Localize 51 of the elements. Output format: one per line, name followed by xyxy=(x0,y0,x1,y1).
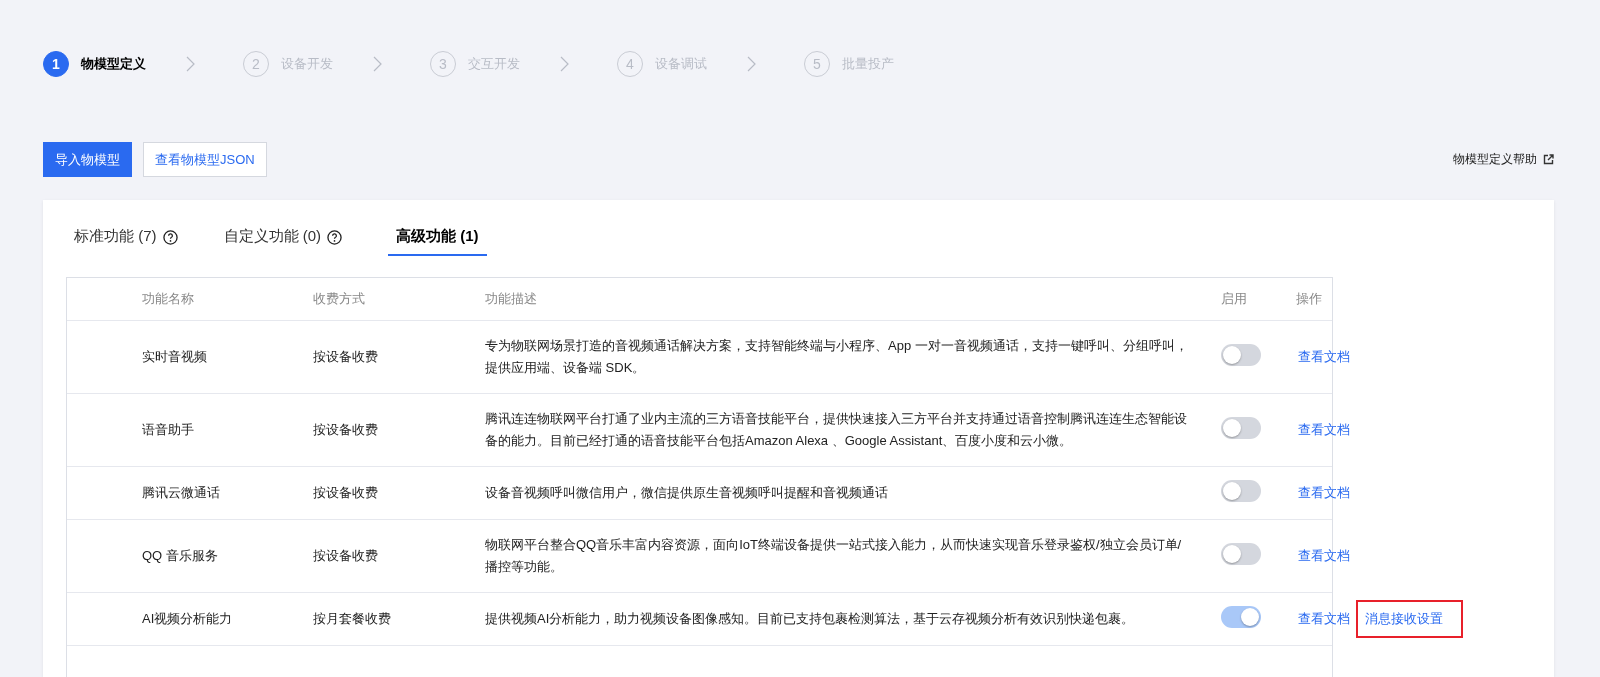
column-header: 启用 xyxy=(1220,290,1248,308)
import-button[interactable]: 导入物模型 xyxy=(43,142,132,177)
action-link[interactable]: 查看文档 xyxy=(1290,537,1358,575)
table-cell-text: 腾讯云微通话 xyxy=(141,484,221,502)
help-icon[interactable] xyxy=(162,230,178,245)
table-cell-text: 专为物联网场景打造的音视频通话解决方案，支持智能终端与小程序、App 一对一音视频通话，支持一键呼叫、分组呼叫，提供应用端、设备端 SDK。 xyxy=(484,337,1189,377)
table-cell-text: 按设备收费 xyxy=(312,421,379,439)
column-header: 功能描述 xyxy=(484,290,538,308)
tab[interactable]: 高级功能 (1) xyxy=(388,220,487,256)
action-link[interactable]: 查看文档 xyxy=(1290,411,1358,449)
step-label: 设备开发 xyxy=(281,55,333,73)
step-label: 物模型定义 xyxy=(81,55,146,73)
table-cell-text: 实时音视频 xyxy=(141,348,208,366)
action-link[interactable]: 消息接收设置 xyxy=(1356,600,1463,638)
action-link[interactable]: 查看文档 xyxy=(1290,600,1358,638)
table-cell-text: 按月套餐收费 xyxy=(312,610,392,628)
table-cell-text: 腾讯连连物联网平台打通了业内主流的三方语音技能平台，提供快速接入三方平台并支持通过语音控制腾讯连连生态智能设备的能力。目前已经打通的语音技能平台包括Amazon Alexa 、Google Assistant、百度小度和云小微。 xyxy=(484,410,1188,450)
chevron-right-icon xyxy=(373,56,382,72)
action-link[interactable]: 查看文档 xyxy=(1290,338,1358,376)
toggle-switch[interactable] xyxy=(1221,606,1261,628)
table-cell-text: 设备音视频呼叫微信用户，微信提供原生音视频呼叫提醒和音视频通话 xyxy=(484,484,889,502)
toggle-switch[interactable] xyxy=(1221,344,1261,366)
toggle-switch[interactable] xyxy=(1221,480,1261,502)
column-header: 收费方式 xyxy=(312,290,366,308)
chevron-right-icon xyxy=(747,56,756,72)
table-cell-text: 提供视频AI分析能力，助力视频设备图像感知。目前已支持包裹检测算法，基于云存视频分析有效识别快递包裹。 xyxy=(484,610,1136,628)
table-cell-text: AI视频分析能力 xyxy=(141,610,234,628)
toggle-switch[interactable] xyxy=(1221,543,1261,565)
column-header: 功能名称 xyxy=(141,290,195,308)
tab[interactable]: 标准功能 (7) xyxy=(74,220,178,256)
chevron-right-icon xyxy=(560,56,569,72)
help-icon[interactable] xyxy=(327,230,342,245)
tab-label[interactable]: 标准功能 (7) xyxy=(74,227,157,246)
table-cell-text: 按设备收费 xyxy=(312,348,379,366)
action-link[interactable]: 查看文档 xyxy=(1290,474,1358,512)
table-cell-text: 物联网平台整合QQ音乐丰富内容资源，面向IoT终端设备提供一站式接入能力，从而快速实现音乐登录鉴权/独立会员订单/播控等功能。 xyxy=(484,536,1183,576)
table-cell-text: 按设备收费 xyxy=(312,484,379,502)
external-link-icon xyxy=(1543,154,1554,165)
step-number: 1 xyxy=(43,51,69,77)
table-cell-text: 语音助手 xyxy=(141,421,195,439)
step-label: 交互开发 xyxy=(468,55,520,73)
view-json-button[interactable]: 查看物模型JSON xyxy=(143,142,267,177)
tab[interactable]: 自定义功能 (0) xyxy=(223,220,342,256)
help-link[interactable]: 物模型定义帮助 xyxy=(1453,151,1554,168)
table-cell-text: QQ 音乐服务 xyxy=(141,547,219,565)
tab-label[interactable]: 高级功能 (1) xyxy=(388,227,487,246)
chevron-right-icon xyxy=(186,56,195,72)
column-header: 操作 xyxy=(1295,290,1323,308)
table-cell-text: 按设备收费 xyxy=(312,547,379,565)
tab-label[interactable]: 自定义功能 (0) xyxy=(223,227,321,246)
toggle-switch[interactable] xyxy=(1221,417,1261,439)
